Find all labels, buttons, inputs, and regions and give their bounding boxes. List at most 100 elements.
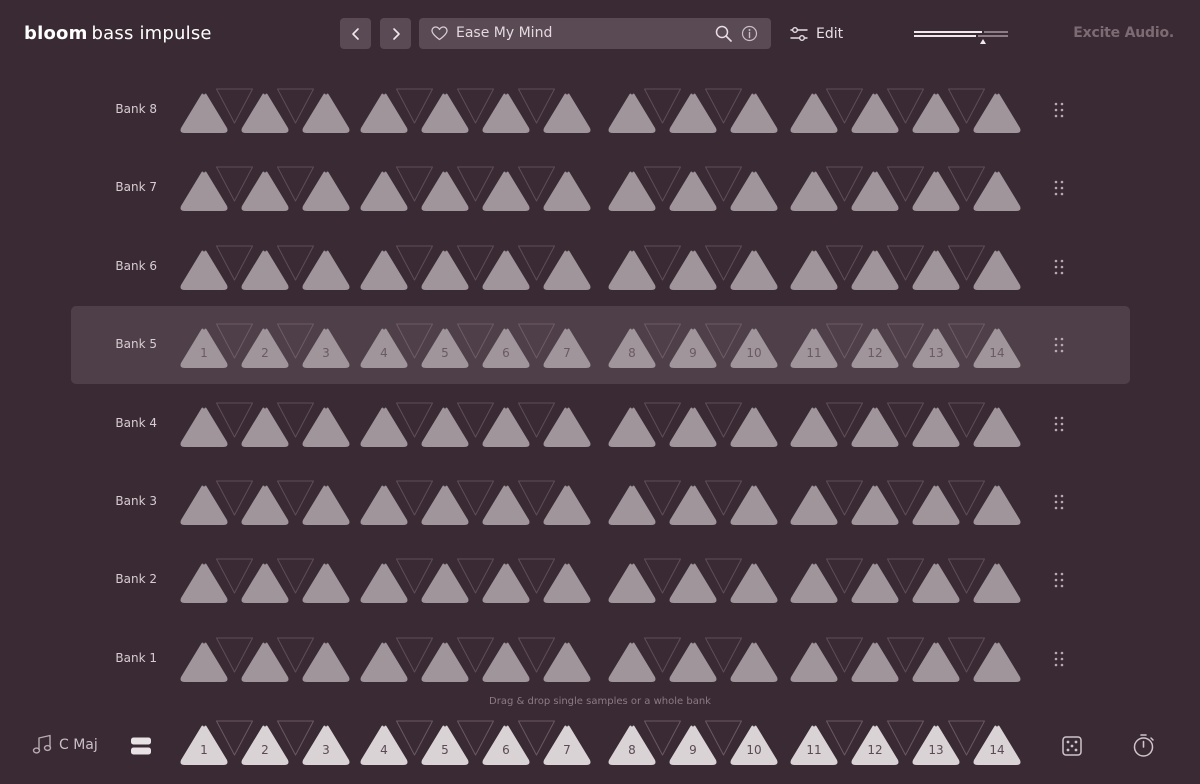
pad-natural[interactable] (730, 171, 778, 212)
heart-icon[interactable] (431, 26, 448, 41)
pad-natural[interactable] (973, 563, 1021, 604)
pad-sharp[interactable] (457, 88, 494, 124)
pad-sharp[interactable] (948, 558, 985, 594)
pad-sharp[interactable] (948, 637, 985, 673)
bank-row[interactable]: Bank 2 (0, 541, 1200, 619)
pad-natural[interactable] (608, 485, 656, 526)
pad-sharp[interactable] (826, 637, 863, 673)
pad-sharp[interactable] (705, 323, 742, 359)
pad-sharp[interactable] (457, 402, 494, 438)
pad-natural[interactable] (421, 642, 469, 682)
pad-natural[interactable] (790, 485, 838, 526)
pad-natural[interactable] (482, 485, 530, 526)
pad-sharp[interactable] (277, 88, 314, 124)
pad-natural[interactable] (241, 642, 289, 682)
bank-row[interactable]: Bank 1 (0, 620, 1200, 698)
pad-sharp[interactable] (216, 166, 253, 202)
pad-natural[interactable] (669, 563, 717, 604)
pad-natural[interactable] (543, 250, 591, 290)
pad-natural[interactable] (543, 642, 591, 682)
pad-sharp[interactable] (948, 88, 985, 124)
pad-natural[interactable] (912, 171, 960, 212)
pad-sharp[interactable] (457, 245, 494, 281)
pad-natural[interactable] (730, 93, 778, 134)
pad-sharp[interactable] (518, 480, 555, 516)
pad-sharp[interactable] (518, 166, 555, 202)
pad-natural[interactable] (973, 250, 1021, 290)
pad-sharp[interactable] (887, 245, 924, 281)
pad-natural[interactable] (302, 407, 350, 447)
pad-natural[interactable] (543, 93, 591, 134)
pad-sharp[interactable] (644, 558, 681, 594)
pad-sharp[interactable] (396, 323, 433, 359)
pad-natural[interactable] (360, 407, 408, 447)
pad-sharp[interactable] (826, 558, 863, 594)
pad-natural[interactable] (241, 250, 289, 290)
pad-natural[interactable] (973, 407, 1021, 447)
pad-sharp[interactable] (644, 88, 681, 124)
pad-natural[interactable] (790, 171, 838, 212)
dice-icon[interactable] (1062, 736, 1082, 756)
pad-sharp[interactable] (826, 88, 863, 124)
pad-sharp[interactable] (216, 480, 253, 516)
pad-sharp[interactable] (887, 402, 924, 438)
pad-natural[interactable] (669, 171, 717, 212)
pad-natural[interactable] (669, 250, 717, 290)
pad-natural[interactable] (302, 250, 350, 290)
bank-row[interactable]: Bank 7 (0, 149, 1200, 227)
pad-sharp[interactable] (396, 480, 433, 516)
pad-sharp[interactable] (396, 720, 433, 756)
pad-natural[interactable] (851, 407, 899, 447)
pad-natural[interactable] (790, 250, 838, 290)
drag-handle-icon[interactable] (1054, 494, 1064, 510)
pad-sharp[interactable] (457, 637, 494, 673)
pad-natural[interactable] (730, 642, 778, 682)
pad-natural[interactable] (302, 93, 350, 134)
pad-sharp[interactable] (705, 166, 742, 202)
pad-natural[interactable] (608, 93, 656, 134)
pad-natural[interactable] (360, 485, 408, 526)
pad-natural[interactable] (912, 250, 960, 290)
pad-natural[interactable] (360, 563, 408, 604)
pad-natural[interactable] (421, 485, 469, 526)
pad-sharp[interactable] (644, 637, 681, 673)
pad-sharp[interactable] (644, 480, 681, 516)
pad-natural[interactable] (851, 485, 899, 526)
pad-sharp[interactable] (887, 720, 924, 756)
pad-natural[interactable] (241, 485, 289, 526)
pad-natural[interactable] (180, 485, 228, 526)
pad-natural[interactable] (543, 407, 591, 447)
pad-natural[interactable] (241, 93, 289, 134)
bank-row[interactable]: Bank 5 1 2 3 4 5 6 7 8 9 10 11 12 13 14 (0, 306, 1200, 385)
pad-sharp[interactable] (705, 558, 742, 594)
pad-natural[interactable] (608, 563, 656, 604)
pad-sharp[interactable] (396, 88, 433, 124)
pad-sharp[interactable] (518, 720, 555, 756)
pad-sharp[interactable] (705, 88, 742, 124)
pad-sharp[interactable] (948, 323, 985, 359)
pad-sharp[interactable] (826, 720, 863, 756)
drag-handle-icon[interactable] (1054, 416, 1064, 432)
pad-sharp[interactable] (826, 402, 863, 438)
pad-natural[interactable] (421, 250, 469, 290)
pad-sharp[interactable] (277, 245, 314, 281)
pad-natural[interactable] (608, 642, 656, 682)
pad-natural[interactable] (421, 171, 469, 212)
pad-sharp[interactable] (887, 637, 924, 673)
pad-sharp[interactable] (948, 166, 985, 202)
pad-sharp[interactable] (887, 166, 924, 202)
pad-natural[interactable] (421, 93, 469, 134)
bank-row[interactable]: Bank 4 (0, 385, 1200, 463)
pad-natural[interactable] (790, 642, 838, 682)
pad-sharp[interactable] (277, 720, 314, 756)
pad-sharp[interactable] (216, 402, 253, 438)
pad-sharp[interactable] (705, 637, 742, 673)
pad-sharp[interactable] (277, 402, 314, 438)
pad-natural[interactable] (482, 250, 530, 290)
pad-sharp[interactable] (518, 88, 555, 124)
pad-natural[interactable] (241, 171, 289, 212)
pad-sharp[interactable] (705, 402, 742, 438)
pad-natural[interactable] (241, 563, 289, 604)
pad-sharp[interactable] (277, 166, 314, 202)
pad-sharp[interactable] (277, 637, 314, 673)
